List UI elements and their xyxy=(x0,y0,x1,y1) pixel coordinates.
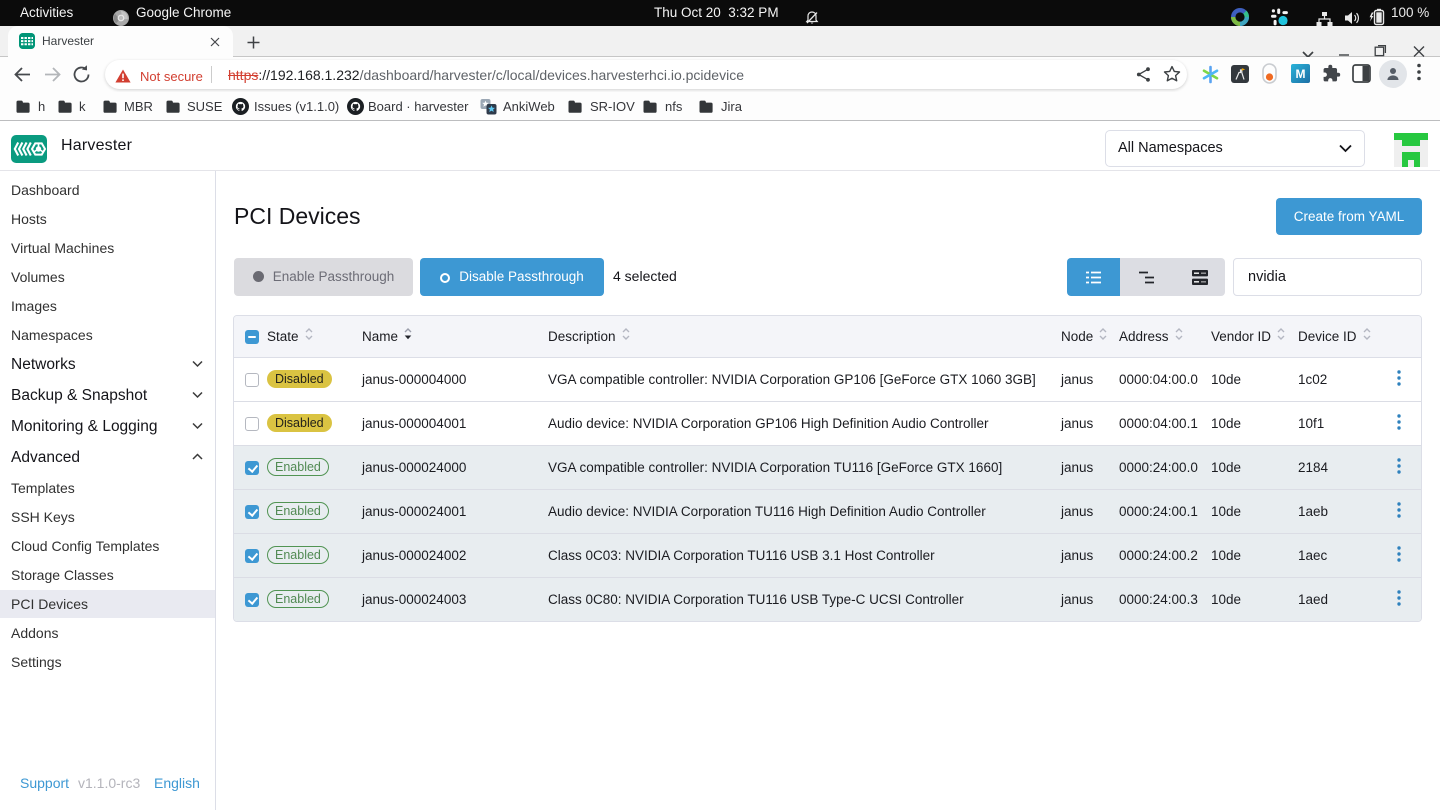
svg-text:M: M xyxy=(1296,67,1306,81)
